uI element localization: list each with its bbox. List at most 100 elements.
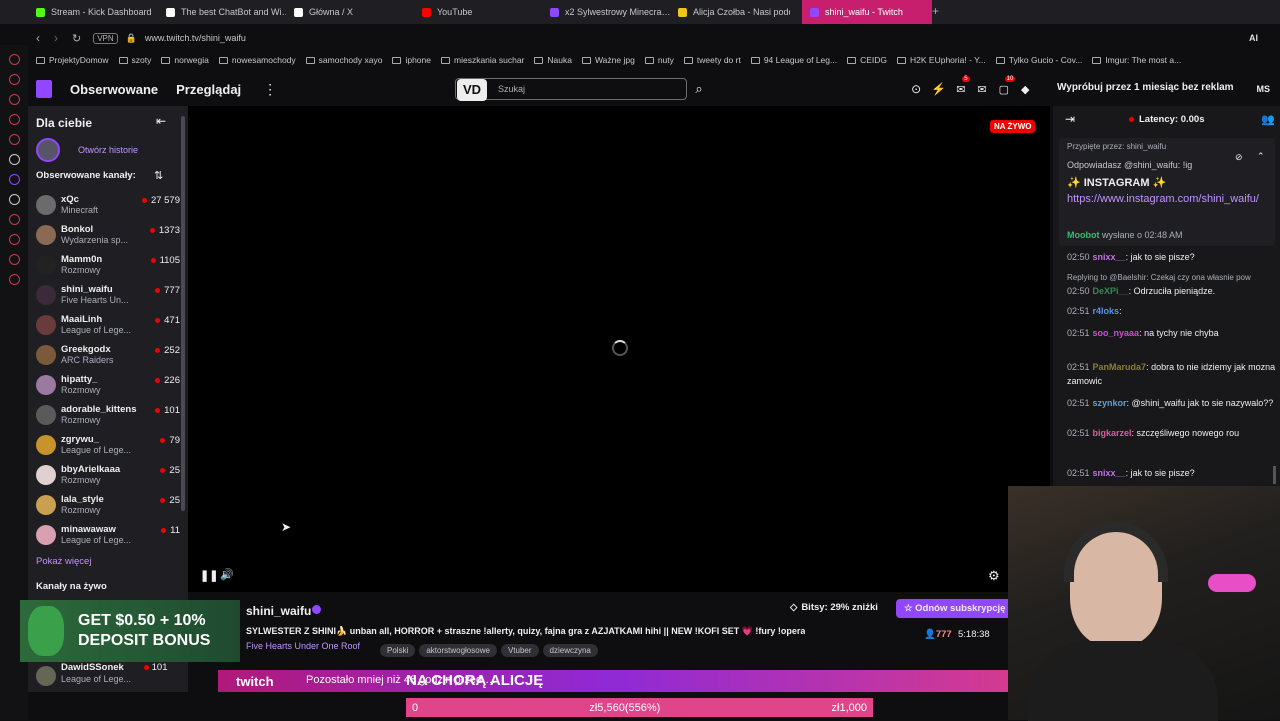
sidebar-channel[interactable]: shini_waifu Five Hearts Un... 777 (28, 281, 180, 311)
stories-avatar[interactable] (36, 138, 60, 162)
twitch-sidebar-icon[interactable] (8, 174, 20, 185)
turbo-icon[interactable]: ⚡ (931, 82, 946, 96)
sidebar-channel[interactable]: minawawaw League of Lege... 11 (28, 521, 180, 551)
bookmark-item[interactable]: Tylko Gucio - Cov... (995, 55, 1082, 65)
volume-icon[interactable]: 🔊 (220, 568, 234, 581)
subscribe-button[interactable]: ☆ Odnów subskrypcję (896, 599, 1014, 618)
ai-button[interactable]: AI (1249, 33, 1258, 43)
pause-icon[interactable]: ❚❚ (200, 569, 218, 582)
sidebar-channel[interactable]: Mamm0n Rozmowy 1105 (28, 251, 180, 281)
bits-button[interactable]: ◇ Bitsy: 29% zniżki (790, 602, 878, 613)
chatgpt-icon[interactable] (8, 154, 20, 165)
bookmark-item[interactable]: tweety do rt (683, 55, 741, 65)
sidebar-channel[interactable]: bbyArielkaaa Rozmowy 25 (28, 461, 180, 491)
sidebar-channel[interactable]: lala_style Rozmowy 25 (28, 491, 180, 521)
promo-link[interactable]: Wypróbuj przez 1 miesiąc bez reklam (1057, 82, 1234, 93)
browser-tab[interactable]: Główna / X (286, 0, 414, 24)
browser-tab[interactable]: x2 Sylwestrowy Minecra… (542, 0, 670, 24)
casino-ad-banner[interactable]: GET $0.50 + 10% DEPOSIT BONUS (20, 600, 240, 662)
stream-tag[interactable]: Polski (380, 644, 416, 657)
bookmark-item[interactable]: samochody xayo (305, 55, 382, 65)
show-more-link[interactable]: Pokaż więcej (36, 556, 91, 567)
chat-username[interactable]: szynkor (1093, 398, 1127, 408)
telegram-icon[interactable] (8, 94, 20, 105)
vpn-badge[interactable]: VPN (93, 32, 118, 44)
collapse-sidebar-icon[interactable]: ⇤ (156, 114, 166, 128)
bookmark-item[interactable]: nowesamochody (218, 55, 296, 65)
bookmark-item[interactable]: norwegia (161, 55, 209, 65)
history-icon[interactable] (8, 234, 20, 245)
twitch-logo-icon[interactable] (36, 80, 52, 98)
bookmark-item[interactable]: 94 League of Leg... (750, 55, 837, 65)
whispers-icon[interactable]: ▢ 10 (999, 75, 1016, 96)
bookmark-item[interactable]: CEIDG (847, 55, 887, 65)
crown-icon[interactable]: ◆ (1021, 83, 1029, 96)
prime-icon[interactable]: ⊙ (911, 82, 921, 96)
open-stories-link[interactable]: Otwórz historie (78, 145, 138, 155)
search-input[interactable]: Szukaj (455, 78, 687, 100)
url-field[interactable]: www.twitch.tv/shini_waifu (145, 33, 246, 43)
users-icon[interactable]: 👥 (1261, 113, 1275, 126)
player-settings-icon[interactable]: ⚙ (988, 568, 1000, 584)
bookmark-item[interactable]: Ważne jpg (581, 55, 635, 65)
pin-icon[interactable] (8, 254, 20, 265)
reload-icon[interactable]: ↻ (72, 32, 81, 45)
chat-username[interactable]: snixx__ (1093, 252, 1126, 262)
avatar[interactable]: MS (1257, 84, 1271, 94)
chat-username[interactable]: r4loks (1093, 306, 1120, 316)
collapse-chat-icon[interactable]: ⇥ (1065, 112, 1075, 126)
video-player[interactable]: ❚❚ 🔊 ⚙ ➤ (188, 106, 1050, 592)
bookmark-item[interactable]: H2K EUphoria! - Y... (897, 55, 986, 65)
collapse-pin-icon[interactable]: ⌃ (1257, 151, 1265, 162)
game-link[interactable]: Five Hearts Under One Roof (246, 641, 360, 651)
bookmark-item[interactable]: ProjektyDomow (36, 55, 109, 65)
chat-username[interactable]: DeXPi__ (1093, 286, 1129, 296)
browser-tab[interactable]: The best ChatBot and Wi… (158, 0, 286, 24)
settings-icon[interactable] (8, 274, 20, 285)
sidebar-channel[interactable]: xQc Minecraft 27 579 (28, 191, 180, 221)
player-icon[interactable] (8, 214, 20, 225)
sidebar-channel[interactable]: Greekgodx ARC Raiders 252 (28, 341, 180, 371)
pinned-link[interactable]: https://www.instagram.com/shini_waifu/ (1067, 192, 1259, 207)
browser-tab[interactable]: shini_waifu - Twitch (802, 0, 932, 24)
stream-tag[interactable]: dziewczyna (542, 644, 598, 657)
bookmark-item[interactable]: Imgur: The most a... (1092, 55, 1181, 65)
sidebar-channel[interactable]: hipatty_ Rozmowy 226 (28, 371, 180, 401)
new-tab-button[interactable]: + (932, 4, 939, 18)
nav-browse[interactable]: Przeglądaj (176, 82, 241, 97)
channel-name[interactable]: shini_waifu (246, 604, 311, 618)
browser-tab[interactable]: YouTube (414, 0, 542, 24)
sidebar-channel[interactable]: MaaiLinh League of Lege... 471 (28, 311, 180, 341)
moobot-name[interactable]: Moobot (1067, 230, 1099, 240)
bookmark-item[interactable]: mieszkania suchar (441, 55, 524, 65)
inbox-icon[interactable]: ✉ (977, 83, 986, 96)
sort-icon[interactable]: ⇅ (154, 169, 163, 182)
sidebar-channel[interactable]: adorable_kittens Rozmowy 101 (28, 401, 180, 431)
forward-icon[interactable]: › (54, 31, 58, 45)
browser-tab[interactable]: Alicja Czołba - Nasi podop… (670, 0, 790, 24)
hide-pin-icon[interactable]: ⊘ (1235, 152, 1243, 163)
sidebar-extra-channel[interactable]: DawidSSonek League of Lege... 101 (28, 662, 188, 692)
chat-username[interactable]: bigkarzel (1093, 428, 1132, 438)
chat-scrollbar[interactable] (1273, 466, 1276, 484)
bookmark-item[interactable]: szoty (118, 55, 151, 65)
stream-tag[interactable]: aktorstwogłosowe (419, 644, 497, 657)
messenger-icon[interactable] (8, 54, 20, 65)
nav-following[interactable]: Obserwowane (70, 82, 158, 97)
bookmark-item[interactable]: nuty (644, 55, 674, 65)
notifications-icon[interactable]: ✉ 5 (956, 75, 970, 96)
sidebar-channel[interactable]: Bonkol Wydarzenia sp... 1373 (28, 221, 180, 251)
vk-icon[interactable] (8, 134, 20, 145)
bookmark-item[interactable]: Nauka (534, 55, 572, 65)
whatsapp-icon[interactable] (8, 74, 20, 85)
browser-tab[interactable]: Stream - Kick Dashboard (28, 0, 156, 24)
stream-tag[interactable]: Vtuber (500, 644, 539, 657)
search-button[interactable]: ⌕ (688, 78, 710, 100)
chat-username[interactable]: snixx__ (1093, 468, 1126, 478)
sidebar-channel[interactable]: zgrywu_ League of Lege... 79 (28, 431, 180, 461)
more-icon[interactable]: ⋮ (263, 81, 277, 98)
instagram-icon[interactable] (8, 114, 20, 125)
chat-username[interactable]: PanMaruda7 (1093, 362, 1147, 372)
back-icon[interactable]: ‹ (36, 31, 40, 45)
sidebar-scrollbar[interactable] (181, 116, 185, 511)
